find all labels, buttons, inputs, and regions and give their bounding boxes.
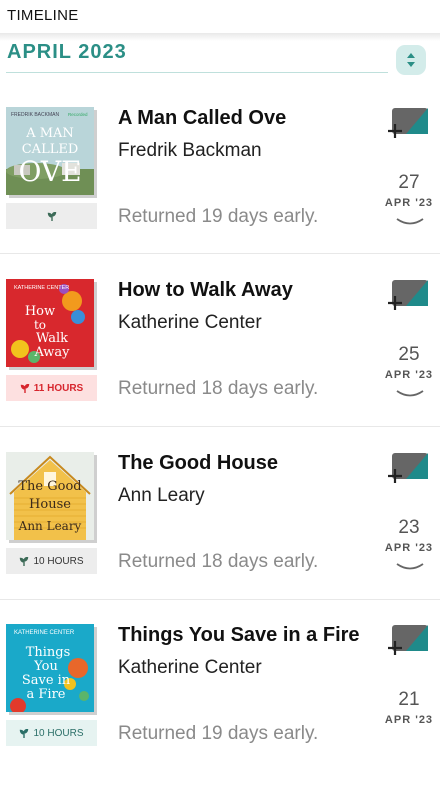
sprout-icon <box>20 383 29 393</box>
cover-title-line: to <box>34 318 46 332</box>
cover-author: KATHERINE CENTER <box>14 630 75 636</box>
cover-title-line: You <box>33 659 58 674</box>
add-to-shelf-icon <box>388 280 428 310</box>
page-title: TIMELINE <box>7 7 79 24</box>
sprout-icon <box>20 728 29 738</box>
listening-duration: 11 HOURS <box>33 382 84 394</box>
entry-divider <box>0 426 440 427</box>
cover-author: FREDRIK BACKMAN <box>11 112 59 118</box>
cover-title-line: Walk <box>36 331 68 346</box>
cover-title-line: How <box>25 304 55 319</box>
entry-divider <box>0 599 440 600</box>
book-title[interactable]: The Good House <box>118 452 278 475</box>
cover-author: KATHERINE CENTER <box>14 285 69 291</box>
return-status: Returned 18 days early. <box>118 378 319 399</box>
sprout-icon <box>20 556 29 566</box>
return-day: 25 <box>398 344 420 365</box>
cover-title-line: Things <box>26 645 71 660</box>
return-day: 23 <box>398 517 420 538</box>
return-status: Returned 19 days early. <box>118 723 319 744</box>
add-to-shelf-button[interactable] <box>386 451 432 487</box>
book-cover[interactable]: FREDRIK BACKMAN Recorded A MAN CALLED OV… <box>6 107 94 195</box>
add-to-shelf-button[interactable] <box>386 623 432 659</box>
cover-title-line: Save in <box>22 673 71 688</box>
book-cover[interactable]: KATHERINE CENTER How to Walk Away <box>6 279 94 367</box>
return-day: 27 <box>398 172 420 193</box>
cover-title-line: House <box>29 497 71 512</box>
book-title[interactable]: A Man Called Ove <box>118 107 286 130</box>
entry-divider <box>0 253 440 254</box>
month-divider <box>6 72 388 73</box>
add-to-shelf-icon <box>388 453 428 483</box>
listening-badge: 11 HOURS <box>6 375 97 401</box>
return-month: APR '23 <box>384 542 434 554</box>
timeline-entry[interactable]: KATHERINE CENTER Things You Save in a Fi… <box>0 624 440 796</box>
cover-corner-label: Recorded <box>68 112 88 117</box>
listening-duration: 10 HOURS <box>33 555 84 567</box>
book-cover[interactable]: KATHERINE CENTER Things You Save in a Fi… <box>6 624 94 712</box>
cover-title-line: The Good <box>18 479 81 494</box>
return-day: 21 <box>398 689 420 710</box>
add-to-shelf-icon <box>388 108 428 138</box>
book-cover[interactable]: The Good House Ann Leary <box>6 452 94 540</box>
book-author[interactable]: Fredrik Backman <box>118 140 262 162</box>
book-author[interactable]: Ann Leary <box>118 485 205 507</box>
add-to-shelf-button[interactable] <box>386 106 432 142</box>
header-shadow <box>0 33 440 41</box>
book-author[interactable]: Katherine Center <box>118 312 262 334</box>
book-title[interactable]: Things You Save in a Fire <box>118 624 360 647</box>
add-to-shelf-button[interactable] <box>386 278 432 314</box>
book-author[interactable]: Katherine Center <box>118 657 262 679</box>
cover-title-line: OVE <box>18 155 81 188</box>
top-bar: TIMELINE <box>0 0 440 34</box>
cover-title-line: Ann Leary <box>18 519 82 533</box>
cover-title-line: A MAN <box>25 126 74 141</box>
cover-title-line: a Fire <box>27 687 66 702</box>
month-heading: APRIL 2023 <box>7 41 127 63</box>
sort-toggle-button[interactable] <box>396 45 426 75</box>
return-status: Returned 19 days early. <box>118 206 319 227</box>
chevron-down-icon[interactable] <box>396 561 424 573</box>
chevron-down-icon[interactable] <box>396 216 424 228</box>
listening-badge: 10 HOURS <box>6 548 97 574</box>
book-title[interactable]: How to Walk Away <box>118 279 293 302</box>
return-month: APR '23 <box>384 714 434 726</box>
return-month: APR '23 <box>384 197 434 209</box>
chevron-down-icon[interactable] <box>396 388 424 400</box>
listening-badge: 10 HOURS <box>6 720 97 746</box>
add-to-shelf-icon <box>388 625 428 655</box>
cover-title-line: Away <box>33 345 70 360</box>
return-status: Returned 18 days early. <box>118 551 319 572</box>
sort-arrows-icon <box>407 53 415 67</box>
listening-badge <box>6 203 97 229</box>
listening-duration: 10 HOURS <box>33 727 84 739</box>
sprout-icon <box>47 211 56 221</box>
return-month: APR '23 <box>384 369 434 381</box>
